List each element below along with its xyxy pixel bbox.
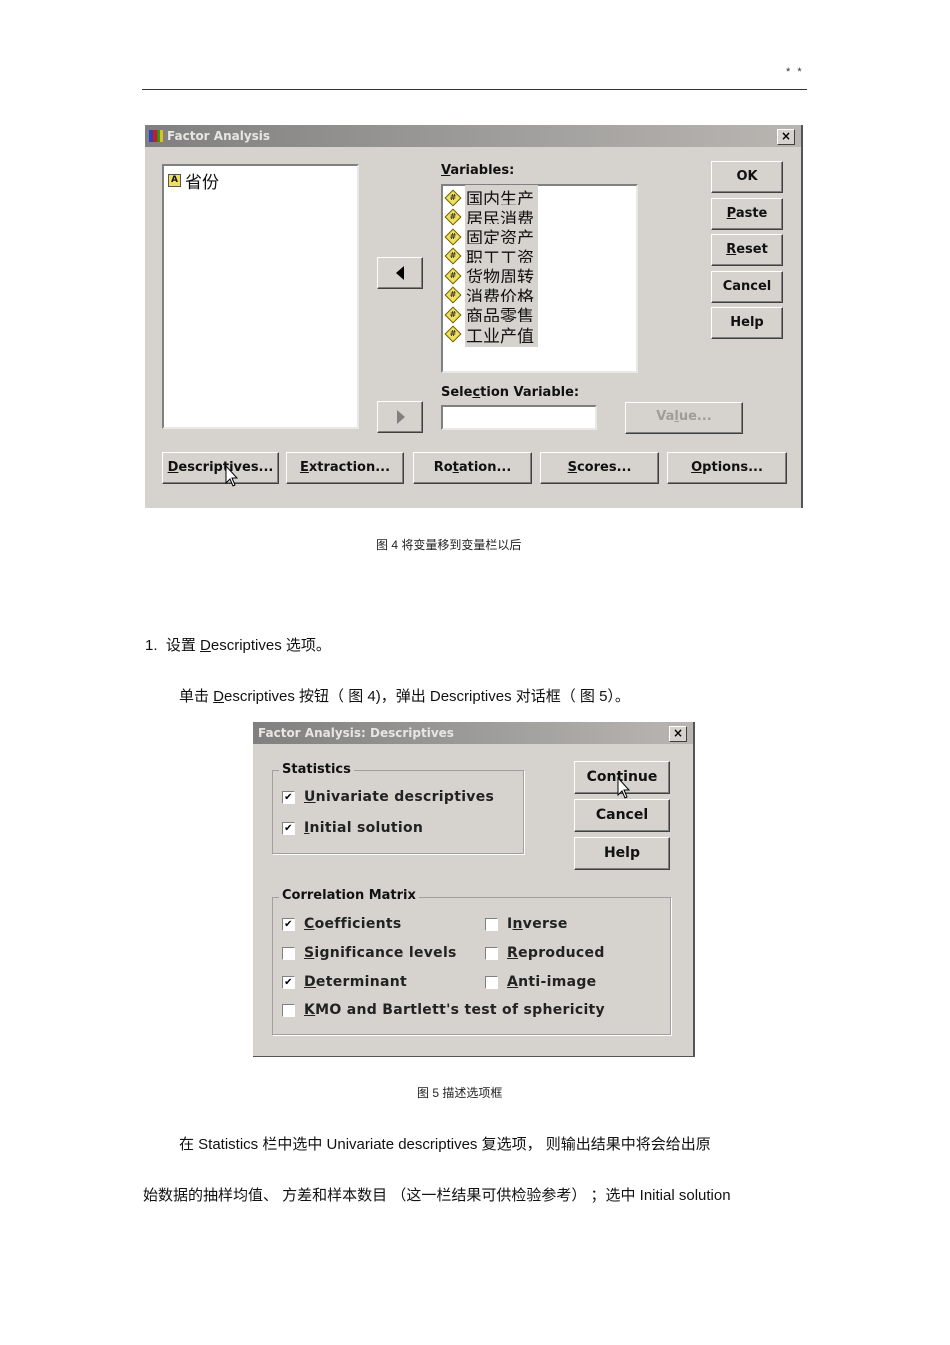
statistics-group: [272, 770, 524, 854]
arrow-left-icon: [396, 266, 404, 280]
figure5-caption: 图 5 描述选项框: [417, 1086, 503, 1100]
significance-levels-checkbox[interactable]: Significance levels: [282, 945, 457, 961]
checkbox-checked-icon: ✔: [282, 790, 295, 804]
source-variable-item[interactable]: A 省份: [164, 166, 357, 193]
move-left-button[interactable]: [377, 257, 423, 289]
checkbox-unchecked-icon: [485, 975, 498, 989]
numeric-variable-icon: #: [444, 228, 462, 246]
move-right-button[interactable]: [377, 401, 423, 433]
scores-button[interactable]: Scores...: [540, 452, 659, 484]
variables-list[interactable]: # 国内生产 # 居民消费 # 固定资产 # 职工工资 # 货物周转 # 消费价格 # 商品零…: [441, 184, 638, 373]
checkbox-unchecked-icon: [282, 1003, 295, 1017]
numeric-variable-icon: #: [444, 189, 462, 207]
reproduced-checkbox[interactable]: Reproduced: [485, 945, 605, 961]
title-bar: Factor Analysis: [145, 125, 801, 147]
ok-button[interactable]: OK: [711, 161, 783, 193]
variables-label: Variables:: [441, 163, 515, 178]
variable-item[interactable]: # 工业产值: [443, 321, 636, 347]
close-button[interactable]: ×: [669, 726, 687, 742]
initial-solution-checkbox[interactable]: ✔ Initial solution: [282, 820, 423, 836]
checkbox-checked-icon: ✔: [282, 821, 295, 835]
window-title: Factor Analysis: Descriptives: [258, 726, 454, 740]
help-button[interactable]: Help: [711, 307, 783, 339]
anti-image-checkbox[interactable]: Anti-image: [485, 974, 596, 990]
selection-variable-field[interactable]: [441, 405, 597, 430]
source-variable-label: 省份: [185, 173, 219, 193]
section-heading: 1. 设置 Descriptives 选项。: [145, 637, 331, 654]
selection-variable-label: Selection Variable:: [441, 385, 580, 400]
numeric-variable-icon: #: [444, 208, 462, 226]
reset-button[interactable]: Reset: [711, 234, 783, 266]
checkbox-checked-icon: ✔: [282, 975, 295, 989]
rotation-button[interactable]: Rotation...: [413, 452, 532, 484]
cancel-button[interactable]: Cancel: [711, 271, 783, 303]
help-button[interactable]: Help: [574, 837, 670, 870]
descriptives-button[interactable]: Descriptives...: [162, 452, 279, 484]
header-rule: [142, 89, 807, 90]
statistics-title: Statistics: [279, 762, 354, 777]
title-bar: Factor Analysis: Descriptives: [253, 722, 693, 744]
numeric-variable-icon: #: [444, 286, 462, 304]
factor-analysis-dialog: Factor Analysis × A 省份 Variables: # 国内生产 …: [145, 125, 803, 508]
correlation-matrix-title: Correlation Matrix: [279, 888, 419, 903]
options-button[interactable]: Options...: [667, 452, 787, 484]
window-title: Factor Analysis: [167, 129, 271, 143]
close-button[interactable]: ×: [777, 129, 795, 145]
numeric-variable-icon: #: [444, 325, 462, 343]
mouse-pointer-icon: [225, 465, 239, 487]
source-variable-list[interactable]: A 省份: [162, 164, 359, 429]
cancel-button[interactable]: Cancel: [574, 799, 670, 832]
kmo-bartlett-checkbox[interactable]: K MO and Bartlett's test of sphericity: [282, 1002, 605, 1018]
numeric-variable-icon: #: [444, 267, 462, 285]
body-text-line-2: 始数据的抽样均值、 方差和样本数目 （这一栏结果可供检验参考） ；选中 Init…: [143, 1187, 731, 1204]
figure4-caption: 图 4 将变量移到变量栏以后: [376, 538, 522, 552]
checkbox-checked-icon: ✔: [282, 917, 295, 931]
spss-app-icon: [149, 130, 163, 142]
checkbox-unchecked-icon: [282, 946, 295, 960]
arrow-right-icon: [397, 410, 405, 424]
inverse-checkbox[interactable]: In verse: [485, 916, 568, 932]
coefficients-checkbox[interactable]: ✔ Coefficients: [282, 916, 402, 932]
checkbox-unchecked-icon: [485, 917, 498, 931]
numeric-variable-icon: #: [444, 247, 462, 265]
page-header-mark: * *: [786, 66, 804, 78]
descriptives-dialog: Factor Analysis: Descriptives × Statisti…: [253, 722, 695, 1057]
paste-button[interactable]: Paste: [711, 198, 783, 230]
section-paragraph: 单击 Descriptives 按钮（ 图 4)，弹出 Descriptives…: [179, 688, 630, 705]
numeric-variable-icon: #: [444, 306, 462, 324]
checkbox-unchecked-icon: [485, 946, 498, 960]
mouse-pointer-icon: [617, 777, 631, 799]
value-button[interactable]: Value...: [625, 402, 743, 434]
univariate-descriptives-checkbox[interactable]: ✔ Univariate descriptives: [282, 789, 494, 805]
extraction-button[interactable]: Extraction...: [286, 452, 404, 484]
body-text-line-1: 在 Statistics 栏中选中 Univariate descriptive…: [179, 1136, 711, 1153]
determinant-checkbox[interactable]: ✔ Determinant: [282, 974, 407, 990]
string-variable-icon: A: [168, 174, 181, 187]
